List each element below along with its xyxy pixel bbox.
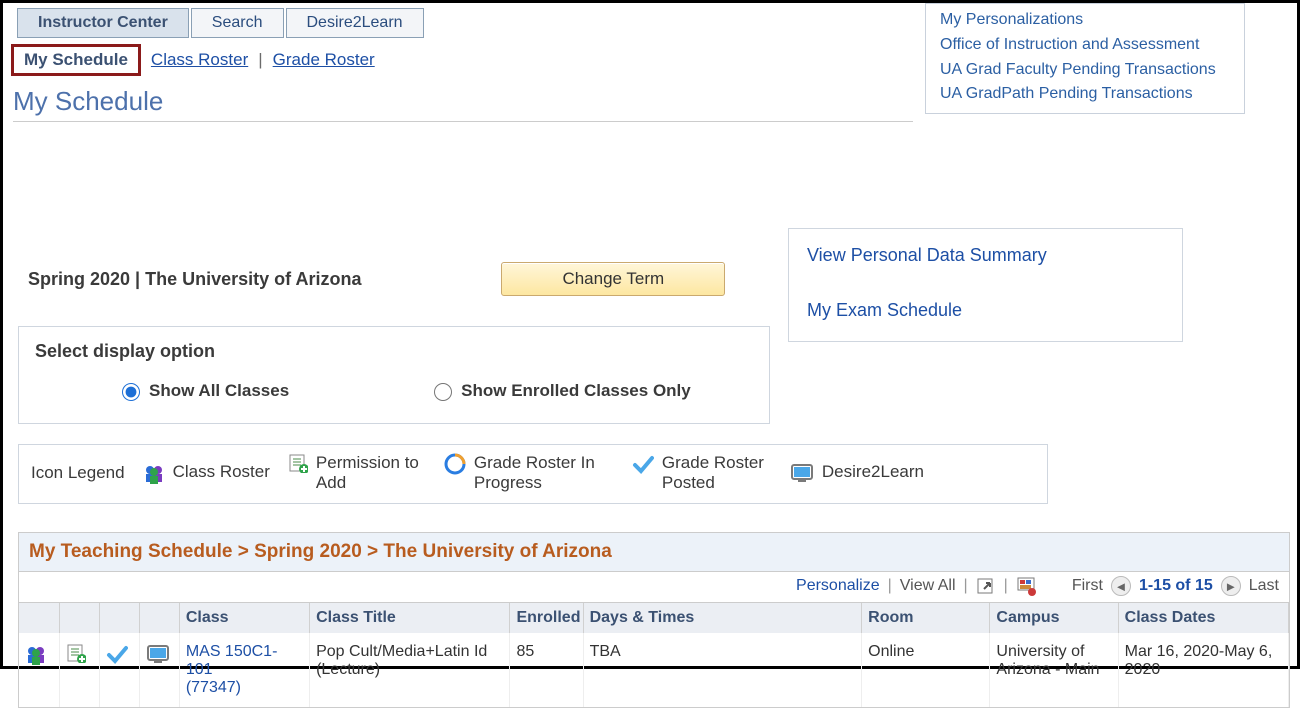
- teaching-schedule-table: Class Class Title Enrolled Days & Times …: [19, 603, 1289, 707]
- tab-search[interactable]: Search: [191, 8, 284, 38]
- tab-instructor-center[interactable]: Instructor Center: [17, 8, 189, 38]
- prev-page-button[interactable]: ◄: [1111, 576, 1131, 596]
- class-roster-icon: [143, 462, 165, 484]
- legend-class-roster: Class Roster: [143, 462, 270, 484]
- legend-desire2learn: Desire2Learn: [790, 462, 924, 484]
- toolbar-first[interactable]: First: [1072, 577, 1103, 595]
- subtab-class-roster[interactable]: Class Roster: [151, 50, 248, 70]
- col-enrolled[interactable]: Enrolled: [510, 603, 583, 633]
- current-term-label: Spring 2020 | The University of Arizona: [28, 269, 361, 290]
- radio-show-enrolled-input[interactable]: [434, 383, 452, 401]
- legend-grade-roster-posted: Grade Roster Posted: [632, 453, 772, 493]
- link-grad-faculty-pending[interactable]: UA Grad Faculty Pending Transactions: [940, 58, 1230, 83]
- divider: [13, 121, 913, 122]
- grade-roster-progress-icon: [444, 453, 466, 475]
- link-gradpath-pending[interactable]: UA GradPath Pending Transactions: [940, 82, 1230, 107]
- row-grade-posted-icon[interactable]: [106, 643, 133, 665]
- link-office-instruction[interactable]: Office of Instruction and Assessment: [940, 33, 1230, 58]
- col-class-title[interactable]: Class Title: [310, 603, 510, 633]
- legend-grade-roster-progress: Grade Roster In Progress: [444, 453, 614, 493]
- toolbar-view-all[interactable]: View All: [900, 577, 956, 595]
- cell-class-title: Pop Cult/Media+Latin Id (Lecture): [310, 633, 510, 707]
- radio-show-all-classes[interactable]: Show All Classes: [117, 380, 289, 401]
- table-row: MAS 150C1- 101 (77347) Pop Cult/Media+La…: [19, 633, 1289, 707]
- col-class[interactable]: Class: [179, 603, 309, 633]
- radio-show-enrolled-label: Show Enrolled Classes Only: [461, 381, 691, 401]
- link-my-personalizations[interactable]: My Personalizations: [940, 8, 1230, 33]
- row-class-roster-icon[interactable]: [25, 643, 53, 665]
- tab-desire2learn[interactable]: Desire2Learn: [286, 8, 424, 38]
- teaching-schedule-section: My Teaching Schedule > Spring 2020 > The…: [18, 532, 1290, 708]
- cell-enrolled: 85: [510, 633, 583, 707]
- icon-legend: Icon Legend Class Roster Permission to A…: [18, 444, 1048, 504]
- icon-legend-title: Icon Legend: [31, 463, 125, 483]
- side-quick-links: My Personalizations Office of Instructio…: [925, 3, 1245, 114]
- subtab-my-schedule[interactable]: My Schedule: [11, 44, 141, 76]
- cell-room: Online: [862, 633, 990, 707]
- teaching-schedule-toolbar: Personalize | View All | | First ◄ 1-15 …: [19, 572, 1289, 603]
- grade-roster-posted-icon: [632, 453, 654, 475]
- link-personal-data-summary[interactable]: View Personal Data Summary: [807, 245, 1164, 266]
- display-option-box: Select display option Show All Classes S…: [18, 326, 770, 424]
- row-permission-add-icon[interactable]: [66, 643, 93, 663]
- right-panel: View Personal Data Summary My Exam Sched…: [788, 228, 1183, 342]
- class-link[interactable]: MAS 150C1- 101 (77347): [186, 643, 303, 697]
- link-my-exam-schedule[interactable]: My Exam Schedule: [807, 300, 1164, 321]
- radio-show-all-label: Show All Classes: [149, 381, 289, 401]
- col-days-times[interactable]: Days & Times: [583, 603, 862, 633]
- col-campus[interactable]: Campus: [990, 603, 1118, 633]
- page-range: 1-15 of 15: [1139, 577, 1213, 595]
- teaching-schedule-title: My Teaching Schedule > Spring 2020 > The…: [19, 533, 1289, 572]
- cell-days-times: TBA: [583, 633, 862, 707]
- legend-permission-to-add: Permission to Add: [288, 453, 426, 493]
- export-icon[interactable]: [976, 577, 996, 595]
- col-class-dates[interactable]: Class Dates: [1118, 603, 1288, 633]
- cell-campus: University of Arizona - Main: [990, 633, 1118, 707]
- col-room[interactable]: Room: [862, 603, 990, 633]
- radio-show-enrolled-only[interactable]: Show Enrolled Classes Only: [429, 380, 691, 401]
- row-d2l-icon[interactable]: [146, 643, 173, 665]
- cell-class-dates: Mar 16, 2020-May 6, 2020: [1118, 633, 1288, 707]
- toolbar-last[interactable]: Last: [1249, 577, 1279, 595]
- change-term-button[interactable]: Change Term: [501, 262, 725, 296]
- next-page-button[interactable]: ►: [1221, 576, 1241, 596]
- download-icon[interactable]: [1016, 576, 1036, 596]
- radio-show-all-input[interactable]: [122, 383, 140, 401]
- display-option-title: Select display option: [35, 341, 753, 362]
- permission-add-icon: [288, 453, 308, 473]
- subtab-grade-roster[interactable]: Grade Roster: [273, 50, 375, 70]
- desire2learn-icon: [790, 462, 814, 484]
- toolbar-personalize[interactable]: Personalize: [796, 577, 880, 595]
